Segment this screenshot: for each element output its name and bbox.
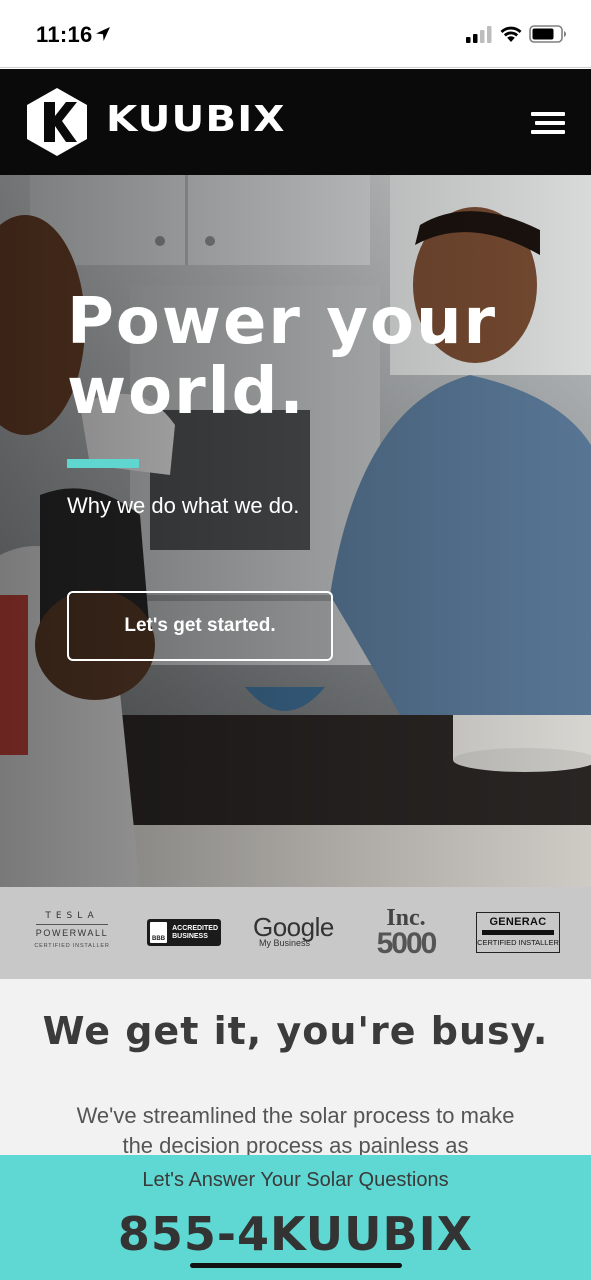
busy-section: We get it, you're busy. We've streamline… [0, 979, 591, 1155]
phone-number-link[interactable]: 855-4KUUBIX [0, 1207, 591, 1261]
inc-wordmark: Inc. [386, 905, 426, 931]
kuubix-logo-icon[interactable] [24, 86, 90, 158]
hero-accent-bar [67, 459, 139, 468]
hero-section: Power your world. Why we do what we do. … [0, 175, 591, 887]
hero-title-line-1: Power your [67, 285, 498, 359]
tesla-wordmark: TESLA [45, 911, 99, 921]
hero-background-photo [0, 175, 591, 887]
site-header: KUUBIX [0, 69, 591, 175]
partner-logos-strip: TESLA POWERWALL CERTIFIED INSTALLER BBB … [0, 887, 591, 979]
section-body-text: We've streamlined the solar process to m… [76, 1103, 515, 1155]
tesla-product: POWERWALL [35, 928, 109, 938]
hero-title-line-2: world. [67, 355, 306, 429]
tesla-powerwall-logo: TESLA POWERWALL CERTIFIED INSTALLER [34, 911, 110, 951]
generac-certified-logo: GENERAC CERTIFIED INSTALLER [476, 912, 560, 953]
hero-title: Power your world. [67, 287, 547, 427]
battery-icon [529, 25, 566, 43]
get-started-button[interactable]: Let's get started. [67, 591, 333, 661]
google-my-business-logo: Google My Business [253, 913, 339, 953]
generac-wordmark: GENERAC [489, 916, 547, 928]
bbb-mark: BBB [150, 922, 168, 943]
status-time: 11:16 [36, 22, 93, 47]
inc-5000-logo: Inc. 5000 [367, 905, 445, 960]
status-bar: 11:16 [0, 0, 591, 68]
bbb-line-1: ACCREDITED [172, 924, 218, 932]
generac-cert: CERTIFIED INSTALLER [477, 938, 559, 947]
bbb-accredited-logo: BBB ACCREDITED BUSINESS [147, 919, 221, 946]
section-title: We get it, you're busy. [42, 1009, 549, 1053]
hamburger-menu-icon[interactable] [531, 109, 567, 135]
location-arrow-icon [96, 27, 110, 41]
call-banner-label: Let's Answer Your Solar Questions [142, 1169, 449, 1191]
bbb-line-2: BUSINESS [172, 932, 208, 940]
cellular-signal-icon [466, 26, 492, 43]
tesla-cert: CERTIFIED INSTALLER [34, 943, 110, 949]
home-indicator [190, 1263, 402, 1268]
inc-number: 5000 [376, 927, 438, 960]
wifi-icon [500, 26, 522, 42]
brand-name[interactable]: KUUBIX [106, 99, 286, 140]
hero-subtitle: Why we do what we do. [67, 493, 300, 518]
sticky-call-banner: Let's Answer Your Solar Questions 855-4K… [0, 1155, 591, 1280]
google-wordmark: Google [253, 912, 334, 942]
